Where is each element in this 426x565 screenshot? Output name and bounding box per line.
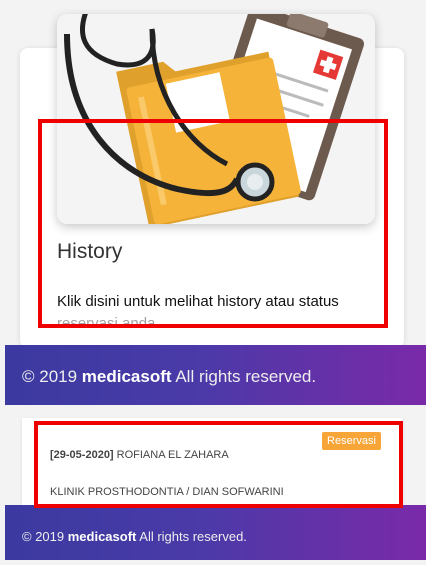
brand-link[interactable]: medicasoft	[82, 367, 172, 386]
brand-link[interactable]: medicasoft	[68, 529, 137, 544]
copyright-suffix: All rights reserved.	[136, 529, 247, 544]
footer-top-text: © 2019 medicasoft All rights reserved.	[22, 367, 316, 387]
highlight-box-history	[38, 119, 388, 328]
footer-top: © 2019 medicasoft All rights reserved.	[5, 345, 426, 405]
copyright-prefix: © 2019	[22, 367, 82, 386]
copyright-suffix: All rights reserved.	[171, 367, 317, 386]
footer-bottom: © 2019 medicasoft All rights reserved.	[5, 505, 426, 560]
footer-bottom-text: © 2019 medicasoft All rights reserved.	[22, 529, 247, 544]
copyright-prefix: © 2019	[22, 529, 68, 544]
highlight-box-reservation	[34, 421, 403, 508]
